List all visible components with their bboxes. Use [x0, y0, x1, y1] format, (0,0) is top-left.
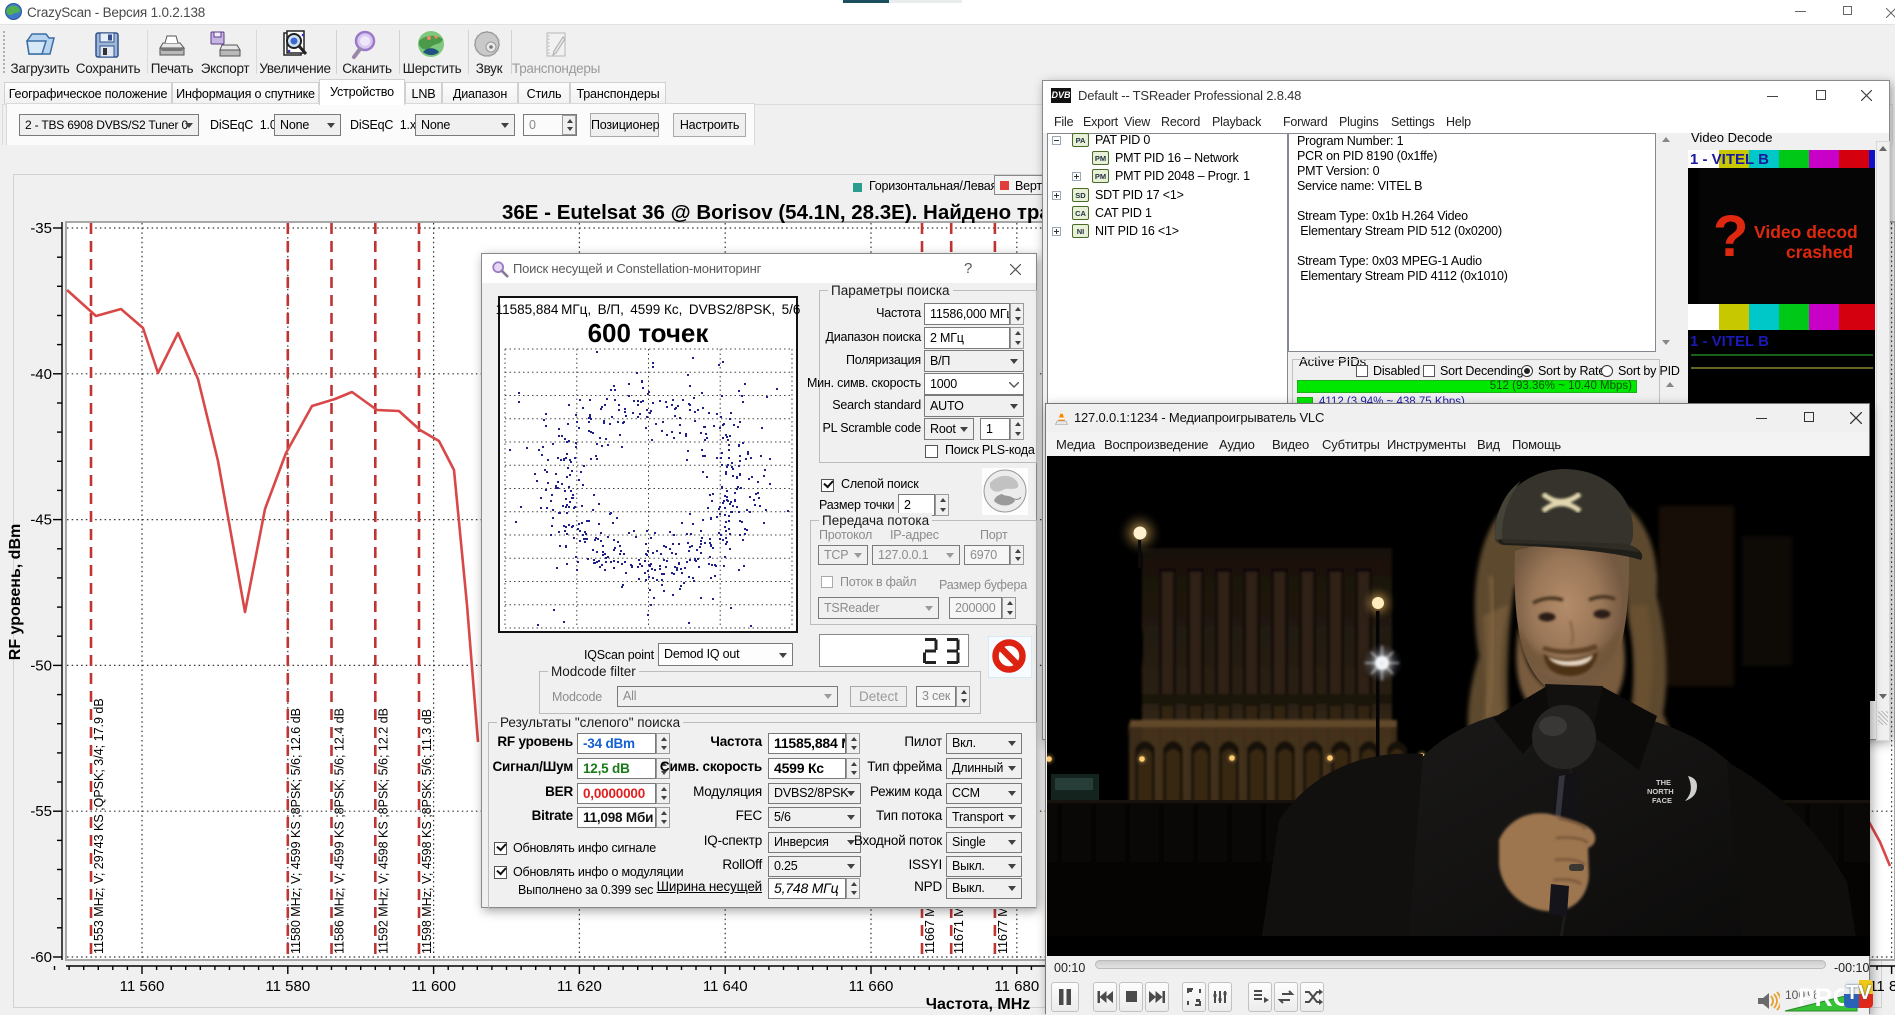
svg-text:11 580: 11 580: [265, 978, 310, 995]
svg-text:11 640: 11 640: [703, 978, 748, 995]
svg-text:-40: -40: [30, 366, 52, 383]
svg-text:crashed: crashed: [1786, 242, 1853, 262]
svg-text:11 680: 11 680: [994, 978, 1039, 995]
svg-text:11598 MHz; V; 4598 KS ;8PSK; 5: 11598 MHz; V; 4598 KS ;8PSK; 5/6; 11.3 d…: [420, 709, 434, 954]
svg-text:11592 MHz; V; 4598 KS ;8PSK; 5: 11592 MHz; V; 4598 KS ;8PSK; 5/6; 12.2 d…: [376, 708, 390, 954]
svg-text:Video decod: Video decod: [1754, 222, 1858, 242]
svg-text:-50: -50: [30, 657, 52, 674]
svg-text:11586 MHz; V; 4599 KS ;8PSK; 5: 11586 MHz; V; 4599 KS ;8PSK; 5/6; 12.4 d…: [333, 708, 347, 954]
svg-text:FACE: FACE: [1652, 796, 1672, 805]
svg-text:-55: -55: [30, 803, 52, 820]
svg-text:-35: -35: [30, 220, 52, 237]
svg-text:THE: THE: [1656, 778, 1671, 787]
svg-text:11 660: 11 660: [849, 978, 894, 995]
svg-text:11 620: 11 620: [557, 978, 602, 995]
svg-text:?: ?: [1713, 204, 1748, 269]
svg-text:1 - VITEL B: 1 - VITEL B: [1690, 151, 1769, 168]
svg-text:1 - VITEL B: 1 - VITEL B: [1690, 333, 1769, 350]
svg-text:NORTH: NORTH: [1647, 787, 1674, 796]
svg-text:-60: -60: [30, 949, 52, 966]
svg-text:11580 MHz; V; 4599 KS ;8PSK; 5: 11580 MHz; V; 4599 KS ;8PSK; 5/6; 12.6 d…: [289, 708, 303, 954]
svg-text:-45: -45: [30, 512, 52, 529]
svg-text:11 560: 11 560: [120, 978, 165, 995]
svg-text:11 600: 11 600: [411, 978, 456, 995]
svg-text:RF уровень, dBm: RF уровень, dBm: [7, 524, 24, 660]
svg-text:11 800: 11 800: [1869, 978, 1895, 995]
svg-text:11553 MHz; V; 29743 KS ;QPSK;: 11553 MHz; V; 29743 KS ;QPSK; 3/4; 17.9 …: [92, 698, 106, 954]
svg-text:Частота, MHz: Частота, MHz: [926, 996, 1031, 1013]
